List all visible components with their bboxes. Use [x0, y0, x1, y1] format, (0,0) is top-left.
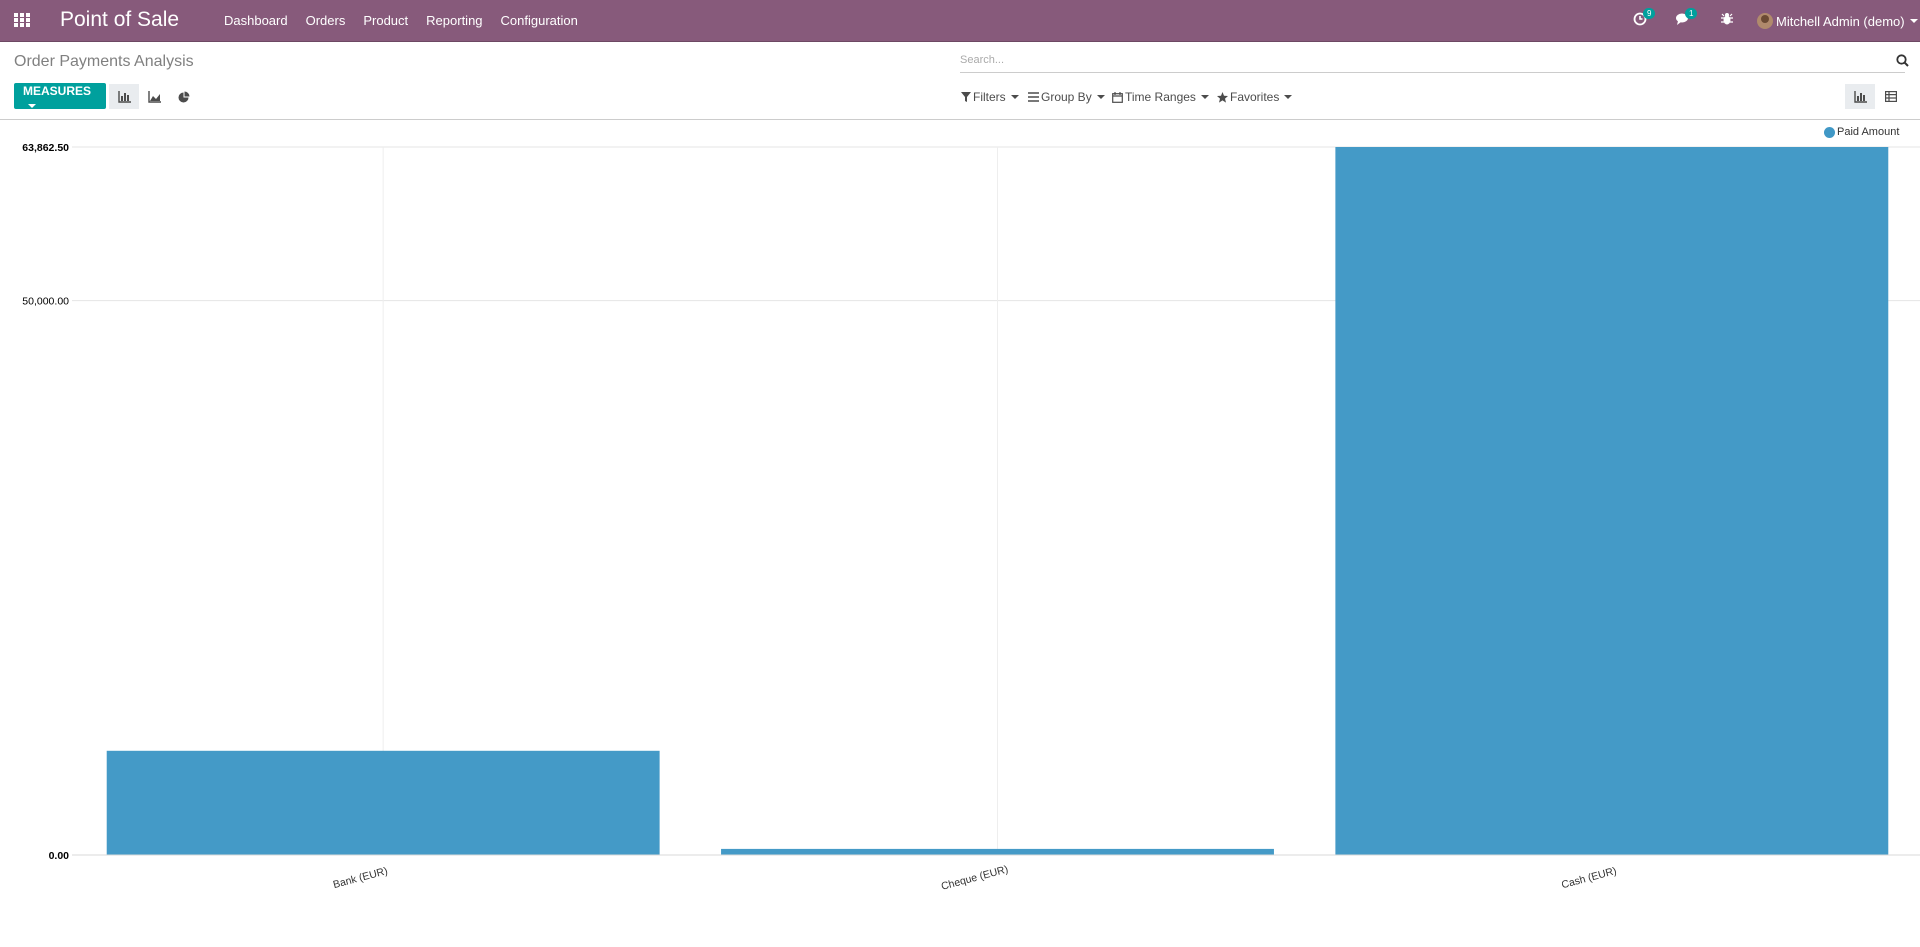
graph-view: 63,862.50 50,000.00 0.00 Bank (EUR) Cheque (…	[0, 120, 1920, 947]
x-tick-label: Cash (EUR)	[1560, 865, 1618, 891]
bar-chart: 63,862.50 50,000.00 0.00 Bank (EUR) Cheque (…	[22, 142, 1920, 893]
measures-label: MEASURES	[23, 84, 92, 98]
menu-item-orders[interactable]: Orders	[306, 13, 346, 28]
legend-color-swatch	[1824, 126, 1835, 138]
pivot-view-switch[interactable]	[1876, 84, 1906, 109]
activity-count-badge: 9	[1643, 8, 1656, 19]
bar	[721, 848, 1274, 855]
favorites-dropdown[interactable]: Favorites	[1217, 90, 1293, 104]
filters-label: Filters	[973, 90, 1006, 104]
star-icon	[1217, 91, 1228, 103]
favorites-label: Favorites	[1230, 90, 1280, 104]
bar-chart-icon	[117, 90, 131, 103]
search-input[interactable]	[960, 50, 1860, 70]
app-brand[interactable]: Point of Sale	[60, 8, 179, 32]
user-name: Mitchell Admin (demo)	[1776, 13, 1905, 29]
apps-grid-icon[interactable]	[12, 10, 32, 30]
top-menu: Dashboard Orders Product Reporting Confi…	[224, 13, 596, 28]
pie-chart-button[interactable]	[169, 84, 199, 109]
y-tick-label: 63,862.50	[22, 142, 69, 154]
main-navbar: Point of Sale Dashboard Orders Product R…	[0, 0, 1920, 42]
pie-chart-icon	[178, 91, 190, 102]
chevron-down-icon	[1096, 95, 1105, 99]
calendar-icon	[1112, 91, 1123, 103]
measures-button[interactable]: MEASURES	[14, 83, 106, 109]
bug-icon	[1721, 13, 1733, 25]
search-icon[interactable]	[1896, 54, 1909, 72]
menu-item-product[interactable]: Product	[363, 13, 408, 28]
chevron-down-icon	[1010, 95, 1019, 99]
bar	[106, 750, 660, 855]
chevron-down-icon	[1284, 95, 1293, 99]
avatar	[1757, 13, 1773, 29]
message-count-badge: 1	[1685, 8, 1698, 19]
bar-chart-icon	[1853, 90, 1867, 103]
messaging-menu[interactable]: 1	[1675, 8, 1698, 31]
y-tick-label: 50,000.00	[22, 296, 69, 308]
table-icon	[1885, 91, 1897, 102]
menu-item-dashboard[interactable]: Dashboard	[224, 13, 288, 28]
bar-chart-button[interactable]	[109, 84, 139, 109]
menu-item-reporting[interactable]: Reporting	[426, 13, 482, 28]
graph-view-switch[interactable]	[1845, 84, 1875, 109]
chart-legend[interactable]: Paid Amount	[1824, 126, 1899, 138]
activity-menu[interactable]: 9	[1633, 8, 1656, 31]
control-panel: Order Payments Analysis MEASURES	[0, 42, 1920, 120]
line-chart-button[interactable]	[139, 84, 169, 109]
menu-item-configuration[interactable]: Configuration	[501, 13, 578, 28]
x-tick-label: Cheque (EUR)	[940, 863, 1010, 892]
chevron-down-icon	[1200, 95, 1209, 99]
time-ranges-dropdown[interactable]: Time Ranges	[1112, 90, 1209, 104]
group-by-label: Group By	[1041, 90, 1092, 104]
bar	[1335, 147, 1889, 855]
x-tick-label: Bank (EUR)	[332, 865, 389, 891]
search-bar	[960, 50, 1909, 73]
chevron-down-icon	[1909, 19, 1918, 23]
chevron-down-icon	[28, 103, 36, 108]
list-icon	[1028, 92, 1039, 102]
y-tick-label: 0.00	[49, 850, 70, 862]
time-ranges-label: Time Ranges	[1125, 90, 1196, 104]
filter-icon	[961, 92, 971, 102]
area-chart-icon	[147, 90, 161, 103]
debug-menu[interactable]	[1720, 12, 1734, 31]
page-title: Order Payments Analysis	[14, 53, 194, 70]
legend-label: Paid Amount	[1837, 126, 1900, 138]
user-menu[interactable]: Mitchell Admin (demo)	[1757, 13, 1918, 29]
filters-dropdown[interactable]: Filters	[961, 90, 1019, 104]
group-by-dropdown[interactable]: Group By	[1028, 90, 1105, 104]
